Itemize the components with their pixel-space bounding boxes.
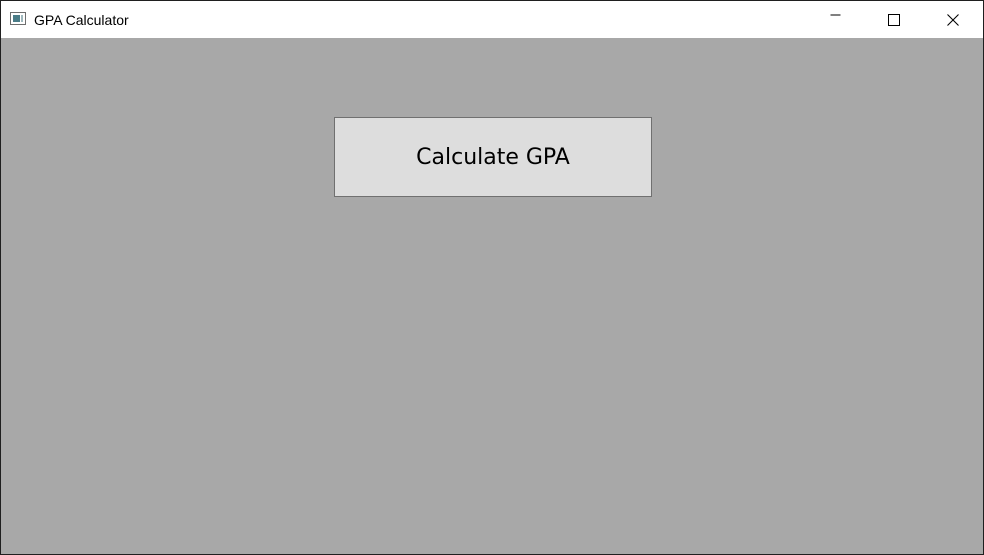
main-content-area: Calculate GPA: [1, 38, 983, 554]
calculate-gpa-button[interactable]: Calculate GPA: [334, 117, 652, 197]
app-window: GPA Calculator Calculate GPA: [0, 0, 984, 555]
close-button[interactable]: [924, 1, 981, 38]
app-icon-pane: [13, 15, 20, 22]
minimize-icon: [830, 14, 840, 15]
minimize-button[interactable]: [807, 1, 864, 38]
app-icon-pane-secondary: [21, 15, 23, 22]
app-window-icon[interactable]: [10, 12, 26, 25]
title-bar[interactable]: GPA Calculator: [1, 1, 983, 38]
window-title: GPA Calculator: [34, 12, 129, 28]
close-icon: [946, 13, 959, 26]
maximize-icon: [887, 13, 900, 26]
maximize-button[interactable]: [865, 1, 922, 38]
